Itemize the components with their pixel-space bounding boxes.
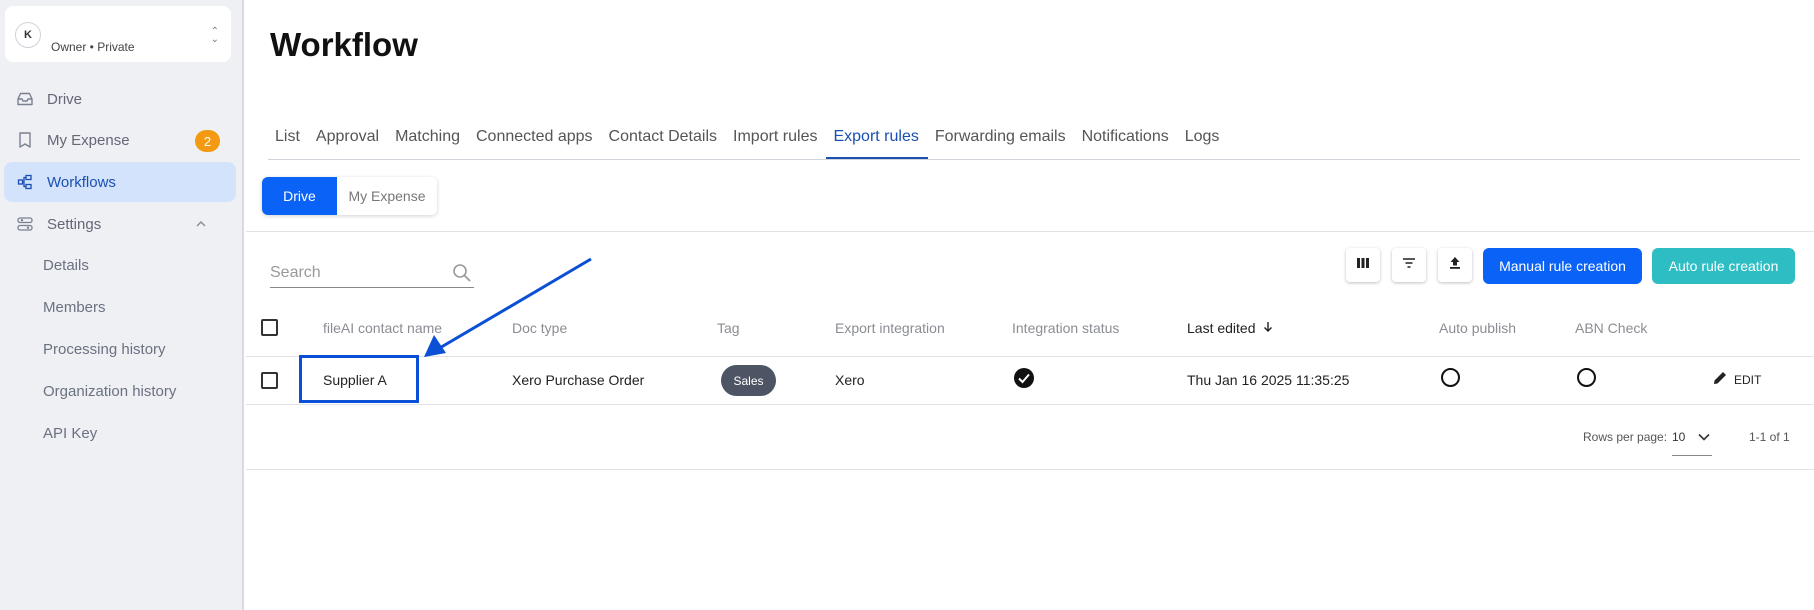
toggle-my-expense[interactable]: My Expense <box>337 177 437 215</box>
sidebar-subitem-details[interactable]: Details <box>43 257 89 274</box>
export-integration-cell: Xero <box>835 372 865 388</box>
edit-button[interactable]: EDIT <box>1712 370 1761 389</box>
sidebar-item-drive[interactable]: Drive <box>4 79 236 119</box>
pagination-range: 1-1 of 1 <box>1749 430 1790 444</box>
row-divider <box>246 404 1814 405</box>
column-header-abn-check[interactable]: ABN Check <box>1575 320 1647 336</box>
sidebar-item-label: My Expense <box>47 131 130 149</box>
arrow-down-icon <box>1263 320 1273 336</box>
sidebar-item-label: Settings <box>47 215 102 233</box>
rows-per-page-select[interactable]: 10 <box>1672 428 1712 456</box>
section-divider <box>246 231 1814 232</box>
sidebar-subitem-organization-history[interactable]: Organization history <box>43 383 176 400</box>
auto-rule-creation-button[interactable]: Auto rule creation <box>1652 248 1795 284</box>
footer-divider <box>246 469 1814 470</box>
last-edited-cell: Thu Jan 16 2025 11:35:25 <box>1187 372 1350 388</box>
tab-contact-details[interactable]: Contact Details <box>602 122 727 159</box>
sidebar-item-label: Drive <box>47 90 83 108</box>
doc-type-cell: Xero Purchase Order <box>512 372 645 388</box>
tab-import-rules[interactable]: Import rules <box>726 122 826 159</box>
pencil-icon <box>1712 370 1728 389</box>
column-header-tag[interactable]: Tag <box>717 320 740 336</box>
sidebar-item-label: Workflows <box>47 173 116 191</box>
select-all-checkbox[interactable] <box>261 319 278 336</box>
tab-list[interactable]: List <box>268 122 309 159</box>
column-header-label: Last edited <box>1187 320 1256 336</box>
sidebar-subitem-members[interactable]: Members <box>43 299 106 316</box>
unfold-icon: ⌃ ⌄ <box>210 26 219 45</box>
row-checkbox[interactable] <box>261 372 278 389</box>
column-header-auto-publish[interactable]: Auto publish <box>1439 320 1516 336</box>
sidebar-subitem-processing-history[interactable]: Processing history <box>43 341 166 358</box>
column-header-export-integration[interactable]: Export integration <box>835 320 945 336</box>
sidebar-subitem-api-key[interactable]: API Key <box>43 425 97 442</box>
rows-per-page-value: 10 <box>1672 430 1686 444</box>
inbox-icon <box>15 89 35 109</box>
tab-bar: List Approval Matching Connected apps Co… <box>268 122 1800 160</box>
tag-chip: Sales <box>721 365 776 396</box>
sidebar: K Owner • Private ⌃ ⌄ Drive My Expense 2 … <box>0 0 244 610</box>
abn-check-radio[interactable] <box>1577 368 1596 387</box>
tab-export-rules[interactable]: Export rules <box>826 122 928 159</box>
search-placeholder: Search <box>270 264 321 281</box>
edit-label: EDIT <box>1734 372 1762 387</box>
check-circle-icon <box>1013 367 1035 394</box>
tab-approval[interactable]: Approval <box>309 122 388 159</box>
export-button[interactable] <box>1438 248 1472 282</box>
column-header-integration-status[interactable]: Integration status <box>1012 320 1119 336</box>
tab-notifications[interactable]: Notifications <box>1075 122 1178 159</box>
account-name-redacted <box>41 12 201 36</box>
sidebar-item-workflows[interactable]: Workflows <box>4 162 236 202</box>
notification-badge: 2 <box>195 130 220 152</box>
auto-publish-radio[interactable] <box>1441 368 1460 387</box>
tab-connected-apps[interactable]: Connected apps <box>469 122 602 159</box>
manual-rule-creation-button[interactable]: Manual rule creation <box>1483 248 1642 284</box>
source-toggle: Drive My Expense <box>262 177 437 215</box>
account-switcher[interactable]: K Owner • Private ⌃ ⌄ <box>5 6 231 62</box>
filter-button[interactable] <box>1392 248 1426 282</box>
rows-per-page-label: Rows per page: <box>1583 430 1668 444</box>
columns-button[interactable] <box>1346 248 1380 282</box>
tab-matching[interactable]: Matching <box>388 122 469 159</box>
page-title: Workflow <box>270 26 418 63</box>
highlight-box <box>299 355 419 403</box>
tab-forwarding-emails[interactable]: Forwarding emails <box>928 122 1075 159</box>
column-header-last-edited[interactable]: Last edited <box>1187 320 1273 336</box>
tab-logs[interactable]: Logs <box>1178 122 1229 159</box>
chevron-up-icon <box>196 216 206 230</box>
annotation-arrow <box>424 257 592 357</box>
upload-icon <box>1448 256 1462 275</box>
settings-sliders-icon <box>15 214 35 234</box>
filter-icon <box>1402 256 1416 274</box>
chevron-down-icon <box>1698 430 1710 444</box>
avatar: K <box>15 22 41 48</box>
receipt-icon <box>15 130 35 150</box>
columns-icon <box>1356 256 1370 274</box>
account-subtitle: Owner • Private <box>51 40 135 54</box>
toggle-drive[interactable]: Drive <box>262 177 337 215</box>
sidebar-item-settings[interactable]: Settings <box>4 204 236 244</box>
sidebar-item-my-expense[interactable]: My Expense 2 <box>4 120 236 160</box>
workflow-icon <box>15 172 35 192</box>
